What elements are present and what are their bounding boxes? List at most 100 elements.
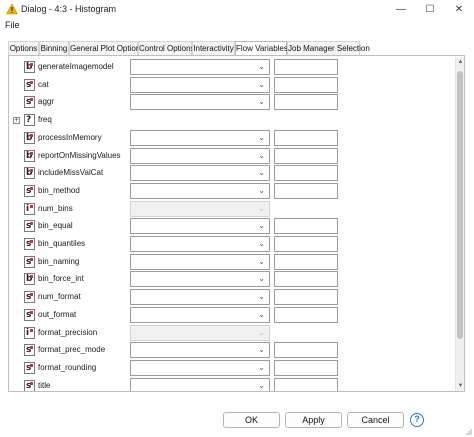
scrollbar-thumb[interactable] xyxy=(457,71,463,339)
chevron-down-icon: ⌄ xyxy=(258,256,265,266)
variable-select[interactable]: ⌄ xyxy=(130,289,270,306)
output-variable-field[interactable] xyxy=(274,289,338,306)
variable-name-label: processInMemory xyxy=(38,132,102,142)
output-variable-field[interactable] xyxy=(274,218,338,235)
variable-name-label: num_bins xyxy=(38,203,73,213)
variable-select[interactable]: ⌄ xyxy=(130,218,270,235)
variable-marker-icon xyxy=(30,381,33,385)
variable-select[interactable]: ⌄ xyxy=(130,129,270,146)
minimize-icon: — xyxy=(396,4,406,15)
maximize-button[interactable]: ☐ xyxy=(415,0,445,19)
scroll-down-icon[interactable]: ▼ xyxy=(456,381,464,391)
flow-variable-row: b generateImagemodel ⌄ xyxy=(12,59,452,76)
variable-marker-icon xyxy=(30,240,33,243)
variable-select: ⌄ xyxy=(130,324,270,341)
output-variable-field[interactable] xyxy=(274,342,338,359)
tab-job-manager-selection[interactable]: Job Manager Selection xyxy=(287,41,370,56)
variable-select[interactable]: ⌄ xyxy=(130,76,270,93)
tab-binning[interactable]: Binning xyxy=(39,41,69,56)
chevron-down-icon: ⌄ xyxy=(258,345,265,355)
output-variable-field[interactable] xyxy=(274,94,338,111)
variable-marker-icon xyxy=(30,293,33,297)
output-variable-field[interactable] xyxy=(274,59,338,75)
output-variable-field[interactable] xyxy=(274,253,338,270)
flow-variable-row: i num_bins ⌄ xyxy=(12,200,452,218)
ok-button[interactable]: OK xyxy=(223,412,280,428)
variable-select[interactable]: ⌄ xyxy=(130,253,270,270)
output-variable-field[interactable] xyxy=(274,271,338,288)
variable-marker-icon xyxy=(30,80,33,84)
minimize-button[interactable]: — xyxy=(386,0,416,19)
variable-type-icon: s xyxy=(24,78,35,91)
chevron-down-icon: ⌄ xyxy=(258,221,265,231)
tab-options[interactable]: Options xyxy=(8,41,39,56)
chevron-down-icon: ⌄ xyxy=(258,292,265,302)
output-variable-field[interactable] xyxy=(274,76,338,93)
variable-name-label: num_format xyxy=(38,292,81,302)
chevron-down-icon: ⌄ xyxy=(258,62,265,71)
resize-grip-icon[interactable] xyxy=(464,427,472,435)
variable-select[interactable]: ⌄ xyxy=(130,377,270,391)
variable-type-icon: s xyxy=(24,379,35,391)
variable-select[interactable]: ⌄ xyxy=(130,147,270,164)
variable-select[interactable]: ⌄ xyxy=(130,165,270,182)
menu-file[interactable]: File xyxy=(5,20,20,30)
variable-select[interactable]: ⌄ xyxy=(130,306,270,323)
variable-marker-icon xyxy=(30,275,33,279)
chevron-down-icon: ⌄ xyxy=(258,203,265,213)
variable-select[interactable]: ⌄ xyxy=(130,94,270,111)
output-variable-field[interactable] xyxy=(274,165,338,182)
tab-general-plot-options[interactable]: General Plot Options xyxy=(69,41,144,56)
menu-bar: File xyxy=(0,19,474,33)
flow-variable-row: s bin_naming ⌄ xyxy=(12,253,452,271)
help-icon[interactable]: ? xyxy=(410,413,424,427)
variable-marker-icon xyxy=(30,222,33,226)
variable-marker-icon xyxy=(30,328,33,332)
variable-type-icon: b xyxy=(24,61,35,73)
variable-name-label: includeMissValCat xyxy=(38,168,104,178)
output-variable-field[interactable] xyxy=(274,359,338,376)
flow-variable-row: b reportOnMissingValues ⌄ xyxy=(12,147,452,165)
flow-variables-panel: b generateImagemodel ⌄ s cat ⌄ s aggr ⌄ +? freq b pr… xyxy=(8,55,465,392)
variable-marker-icon xyxy=(30,98,33,102)
chevron-down-icon: ⌄ xyxy=(258,132,265,142)
variable-type-icon: s xyxy=(24,344,35,357)
output-variable-field[interactable] xyxy=(274,306,338,323)
output-variable-field[interactable] xyxy=(274,236,338,252)
variable-select[interactable]: ⌄ xyxy=(130,342,270,359)
variable-select[interactable]: ⌄ xyxy=(130,182,270,199)
vertical-scrollbar[interactable]: ▲ ▼ xyxy=(455,57,464,391)
close-button[interactable]: ✕ xyxy=(444,0,474,19)
chevron-down-icon: ⌄ xyxy=(258,362,265,372)
variable-select[interactable]: ⌄ xyxy=(130,236,270,252)
chevron-down-icon: ⌄ xyxy=(258,309,265,319)
maximize-icon: ☐ xyxy=(425,4,435,15)
variable-select[interactable]: ⌄ xyxy=(130,59,270,75)
flow-variable-row: b includeMissValCat ⌄ xyxy=(12,165,452,182)
variable-select[interactable]: ⌄ xyxy=(130,271,270,288)
apply-button[interactable]: Apply xyxy=(285,412,342,428)
flow-variable-row: b bin_force_int ⌄ xyxy=(12,271,452,288)
output-variable-field[interactable] xyxy=(274,129,338,146)
variable-marker-icon xyxy=(30,204,33,208)
output-variable-field[interactable] xyxy=(274,182,338,199)
variable-type-icon: s xyxy=(24,308,35,321)
expand-icon[interactable]: + xyxy=(13,117,20,125)
variable-name-label: format_rounding xyxy=(38,362,97,372)
variable-name-label: format_precision xyxy=(38,327,98,337)
tab-interactivity[interactable]: Interactivity xyxy=(192,41,235,56)
variable-name-label: title xyxy=(38,380,51,390)
variable-type-icon: b xyxy=(24,167,35,180)
cancel-button[interactable]: Cancel xyxy=(347,412,404,428)
chevron-down-icon: ⌄ xyxy=(258,97,265,107)
scroll-up-icon[interactable]: ▲ xyxy=(456,57,464,67)
output-variable-field[interactable] xyxy=(274,377,338,391)
variable-select: ⌄ xyxy=(130,200,270,217)
output-variable-field[interactable] xyxy=(274,147,338,164)
tab-control-options[interactable]: Control Options xyxy=(138,41,195,56)
variable-select[interactable]: ⌄ xyxy=(130,359,270,376)
flow-variable-row: s format_rounding ⌄ xyxy=(12,359,452,377)
variable-name-label: bin_equal xyxy=(38,221,73,231)
chevron-down-icon: ⌄ xyxy=(258,239,265,248)
variable-marker-icon xyxy=(30,133,33,137)
